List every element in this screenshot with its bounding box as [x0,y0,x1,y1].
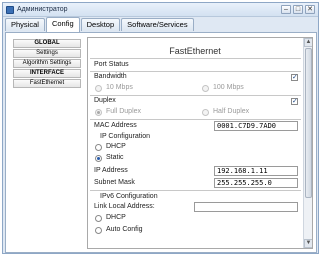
duplex-label: Duplex [94,97,116,104]
ipv4-dhcp-radio[interactable] [95,144,102,151]
full-duplex-radio[interactable] [95,109,102,116]
interface-panel: FastEthernet Port Status Bandwidth ✓ 10 … [87,37,313,249]
ipv6-dhcp-label: DHCP [106,214,126,221]
full-duplex-label: Full Duplex [106,108,142,115]
maximize-button[interactable]: □ [293,5,303,14]
duplex-auto-checkbox[interactable]: ✓ [291,98,298,105]
ipv6-config-section-label: IPv6 Configuration [100,193,158,200]
tab-physical[interactable]: Physical [5,18,45,31]
tab-desktop[interactable]: Desktop [80,18,121,31]
app-icon [6,6,14,14]
title-bar: Администратор – □ ✕ [3,3,318,17]
ipv4-dhcp-label: DHCP [106,143,126,150]
bandwidth-100-label: 100 Mbps [213,84,244,91]
tab-strip: Physical Config Desktop Software/Service… [5,17,195,32]
ip-address-label: IP Address [94,167,128,174]
ipv6-auto-config-label: Auto Config [106,226,143,233]
scroll-up-arrow-icon[interactable]: ▲ [304,38,312,47]
link-local-address-label: Link Local Address: [94,203,155,210]
mac-address-field[interactable]: 0001.C7D9.7AD0 [214,121,298,131]
bandwidth-auto-checkbox[interactable]: ✓ [291,74,298,81]
sidebar: GLOBAL Settings Algorithm Settings INTER… [13,39,81,89]
subnet-mask-field[interactable]: 255.255.255.0 [214,178,298,188]
scrollbar-thumb[interactable] [305,48,312,198]
half-duplex-label: Half Duplex [213,108,250,115]
sidebar-item-settings[interactable]: Settings [13,49,81,58]
sidebar-header-interface[interactable]: INTERFACE [13,69,81,78]
bandwidth-label: Bandwidth [94,73,127,80]
divider [90,71,301,72]
ipv6-auto-config-radio[interactable] [95,227,102,234]
bandwidth-10-radio[interactable] [95,85,102,92]
link-local-address-field[interactable] [194,202,298,212]
tab-software-services[interactable]: Software/Services [121,18,194,31]
sidebar-header-global[interactable]: GLOBAL [13,39,81,48]
ipv6-dhcp-radio[interactable] [95,215,102,222]
ipv4-static-label: Static [106,154,124,161]
half-duplex-radio[interactable] [202,109,209,116]
minimize-button[interactable]: – [281,5,291,14]
divider [90,190,301,191]
window-title: Администратор [17,6,68,13]
tab-config[interactable]: Config [45,17,80,32]
ipv4-static-radio[interactable] [95,155,102,162]
sidebar-item-algorithm-settings[interactable]: Algorithm Settings [13,59,81,68]
bandwidth-100-radio[interactable] [202,85,209,92]
divider [90,119,301,120]
subnet-mask-label: Subnet Mask [94,179,135,186]
app-window: Администратор – □ ✕ Physical Config Desk… [2,2,319,254]
ip-address-field[interactable]: 192.168.1.11 [214,166,298,176]
mac-address-label: MAC Address [94,122,137,129]
panel-title: FastEthernet [169,46,221,56]
divider [90,58,301,59]
bandwidth-10-label: 10 Mbps [106,84,133,91]
ip-config-section-label: IP Configuration [100,133,151,140]
port-status-label: Port Status [94,61,129,68]
scroll-down-arrow-icon[interactable]: ▼ [304,239,312,248]
sidebar-item-fastethernet[interactable]: FastEthernet [13,79,81,88]
divider [90,95,301,96]
close-button[interactable]: ✕ [305,5,315,14]
config-content: GLOBAL Settings Algorithm Settings INTER… [5,32,317,253]
panel-scrollbar[interactable]: ▲ ▼ [303,38,312,248]
